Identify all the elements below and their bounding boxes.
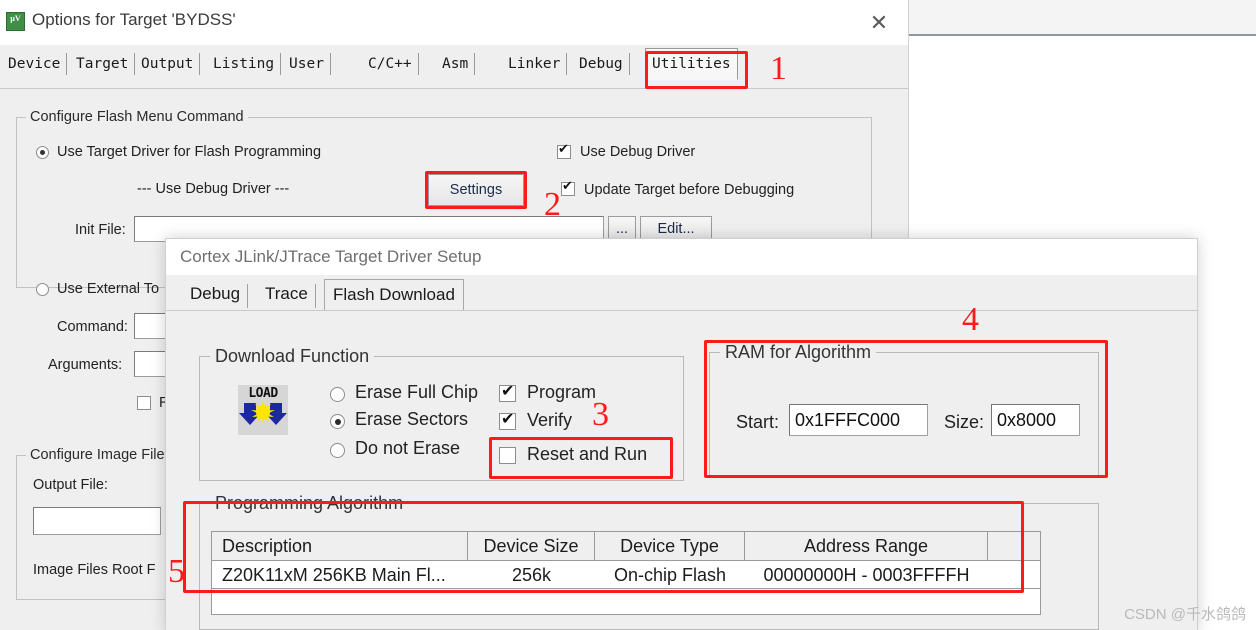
do-not-erase-label: Do not Erase [355, 438, 461, 458]
erase-sectors-label: Erase Sectors [355, 409, 469, 429]
watermark: CSDN @千水鸽鸽 [1124, 606, 1246, 623]
update-target-label: Update Target before Debugging [584, 182, 795, 198]
program-checkbox[interactable] [499, 381, 516, 402]
erase-full-chip-radio[interactable] [330, 387, 345, 402]
init-file-label: Init File: [75, 222, 126, 238]
use-debug-driver-checkbox[interactable] [557, 142, 571, 159]
jlink-tab-debug[interactable]: Debug [182, 279, 249, 311]
programming-algorithm-list-area[interactable] [211, 589, 1041, 615]
tab-output[interactable]: Output [135, 49, 201, 79]
load-icon-text: LOAD [248, 386, 278, 401]
tab-target[interactable]: Target [70, 49, 136, 79]
cell-description: Z20K11xM 256KB Main Fl... [222, 565, 446, 585]
tab-device[interactable]: Device [2, 49, 68, 79]
cell-device-type: On-chip Flash [613, 565, 727, 585]
ram-start-label: Start: [736, 412, 780, 432]
uvision-app-icon: µV [6, 12, 25, 31]
tab-listing[interactable]: Listing [207, 49, 282, 79]
tab-cpp[interactable]: C/C++ [362, 49, 419, 79]
options-dialog-titlebar: µV Options for Target 'BYDSS' ✕ [0, 0, 908, 45]
tab-debug[interactable]: Debug [573, 49, 630, 79]
jlink-tab-flash-download[interactable]: Flash Download [324, 279, 464, 311]
ram-for-algorithm-title: RAM for Algorithm [720, 342, 877, 363]
command-label: Command: [57, 319, 128, 335]
uvision-icon-line1: µV [10, 14, 21, 23]
ram-size-label: Size: [944, 412, 985, 432]
arguments-label: Arguments: [48, 357, 123, 373]
programming-algorithm-title: Programming Algorithm [210, 493, 409, 514]
image-files-root-label: Image Files Root F [33, 562, 156, 578]
cell-address-range: 00000000H - 0003FFFFH [763, 565, 970, 585]
table-header-row: Description Device Size Device Type Addr… [212, 532, 1040, 561]
use-external-tool-radio[interactable] [36, 283, 49, 296]
jlink-tab-trace[interactable]: Trace [257, 279, 316, 311]
tab-utilities[interactable]: Utilities [645, 48, 738, 80]
output-file-input[interactable] [33, 507, 161, 535]
load-icon: LOAD [238, 385, 288, 435]
output-file-label: Output File: [33, 477, 108, 493]
column-header-address-range[interactable]: Address Range [745, 532, 988, 560]
options-dialog-title: Options for Target 'BYDSS' [32, 10, 236, 29]
programming-algorithm-table[interactable]: Description Device Size Device Type Addr… [211, 531, 1041, 589]
program-label: Program [527, 382, 597, 402]
column-header-description[interactable]: Description [212, 532, 468, 560]
background-editor-area [909, 36, 1256, 235]
column-header-device-type[interactable]: Device Type [595, 532, 745, 560]
erase-sectors-radio[interactable] [330, 414, 345, 429]
cell-spacer [988, 561, 1040, 588]
use-debug-driver-text: --- Use Debug Driver --- [137, 181, 290, 197]
close-icon[interactable]: ✕ [866, 10, 892, 36]
erase-full-chip-label: Erase Full Chip [355, 382, 479, 402]
ram-start-input[interactable]: 0x1FFFC000 [789, 404, 928, 436]
jlink-dialog-titlebar: Cortex JLink/JTrace Target Driver Setup [166, 239, 1197, 275]
screenshot-root: µV Options for Target 'BYDSS' ✕ Device T… [0, 0, 1256, 630]
use-external-tool-label: Use External To [57, 281, 160, 297]
download-function-title: Download Function [210, 346, 375, 367]
use-target-driver-radio[interactable] [36, 146, 49, 159]
reset-and-run-label: Reset and Run [527, 444, 648, 464]
tab-user[interactable]: User [283, 49, 331, 79]
column-header-spacer[interactable] [988, 532, 1040, 560]
ram-size-input[interactable]: 0x8000 [991, 404, 1080, 436]
do-not-erase-radio[interactable] [330, 443, 345, 458]
table-row[interactable]: Z20K11xM 256KB Main Fl... 256k On-chip F… [212, 561, 1040, 588]
background-app-window [908, 0, 1256, 235]
jlink-dialog-title: Cortex JLink/JTrace Target Driver Setup [180, 247, 482, 266]
column-header-device-size[interactable]: Device Size [468, 532, 595, 560]
flash-group-title: Configure Flash Menu Command [26, 109, 248, 125]
jlink-tabstrip: Debug Trace Flash Download [166, 275, 1197, 311]
verify-label: Verify [527, 410, 573, 430]
background-toolbar [909, 0, 1256, 36]
load-arrows-icon [239, 401, 287, 425]
tab-asm[interactable]: Asm [436, 49, 476, 79]
cell-device-size: 256k [511, 565, 552, 585]
settings-button[interactable]: Settings [428, 174, 524, 206]
use-debug-driver-checkbox-label: Use Debug Driver [580, 144, 696, 160]
reset-and-run-checkbox[interactable] [499, 447, 516, 464]
run-independent-checkbox[interactable] [137, 396, 151, 410]
use-target-driver-label: Use Target Driver for Flash Programming [57, 144, 322, 160]
verify-checkbox[interactable] [499, 409, 516, 430]
options-tabstrip: Device Target Output Listing User C/C++ … [0, 45, 908, 89]
tab-linker[interactable]: Linker [502, 49, 568, 79]
update-target-checkbox[interactable] [561, 179, 575, 196]
image-group-title: Configure Image File [26, 447, 169, 463]
